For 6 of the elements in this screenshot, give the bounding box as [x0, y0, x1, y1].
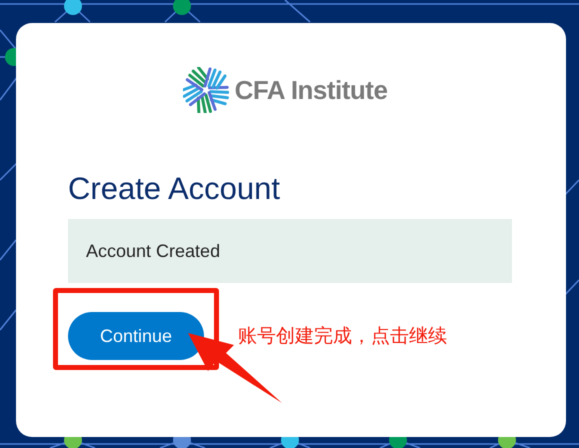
logo-icon: [182, 67, 229, 113]
continue-button[interactable]: Continue: [68, 312, 204, 360]
annotation-text: 账号创建完成，点击继续: [238, 324, 447, 349]
logo-text: CFA Institute: [234, 74, 388, 106]
page-heading: Create Account: [68, 171, 281, 207]
status-message: Account Created: [68, 219, 512, 283]
